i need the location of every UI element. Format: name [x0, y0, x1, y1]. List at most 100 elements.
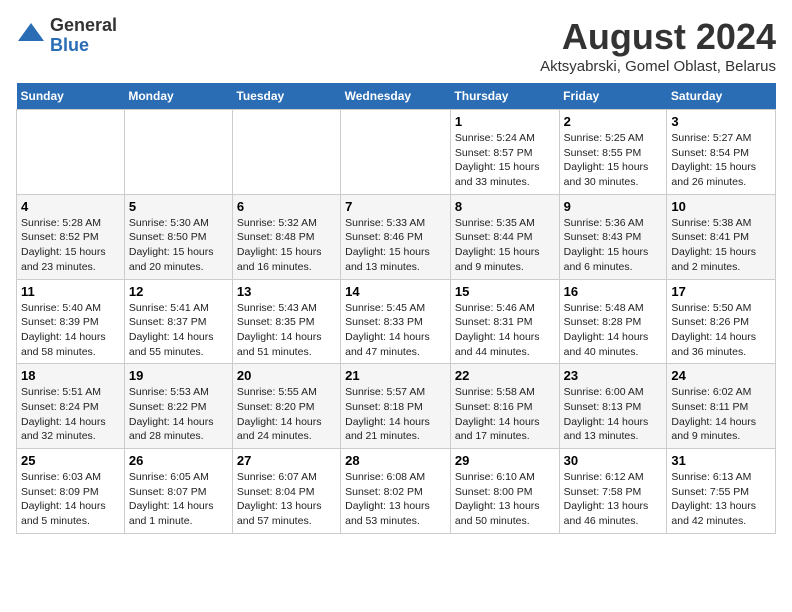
day-number: 23 — [564, 368, 663, 383]
calendar-cell — [17, 110, 125, 195]
weekday-header-row: SundayMondayTuesdayWednesdayThursdayFrid… — [17, 83, 776, 110]
title-block: August 2024 Aktsyabrski, Gomel Oblast, B… — [540, 16, 776, 75]
day-number: 1 — [455, 114, 555, 129]
calendar-cell — [341, 110, 451, 195]
calendar-cell: 21 Sunrise: 5:57 AM Sunset: 8:18 PM Dayli… — [341, 364, 451, 449]
header: General Blue August 2024 Aktsyabrski, Go… — [16, 16, 776, 75]
day-info: Sunrise: 5:43 AM Sunset: 8:35 PM Dayligh… — [237, 301, 336, 360]
day-info: Sunrise: 5:35 AM Sunset: 8:44 PM Dayligh… — [455, 216, 555, 275]
day-number: 20 — [237, 368, 336, 383]
day-info: Sunrise: 6:13 AM Sunset: 7:55 PM Dayligh… — [671, 470, 771, 529]
day-number: 30 — [564, 453, 663, 468]
week-row-4: 18 Sunrise: 5:51 AM Sunset: 8:24 PM Dayli… — [17, 364, 776, 449]
day-info: Sunrise: 5:38 AM Sunset: 8:41 PM Dayligh… — [671, 216, 771, 275]
day-info: Sunrise: 5:51 AM Sunset: 8:24 PM Dayligh… — [21, 385, 120, 444]
day-info: Sunrise: 6:05 AM Sunset: 8:07 PM Dayligh… — [129, 470, 228, 529]
day-info: Sunrise: 6:02 AM Sunset: 8:11 PM Dayligh… — [671, 385, 771, 444]
day-info: Sunrise: 6:12 AM Sunset: 7:58 PM Dayligh… — [564, 470, 663, 529]
weekday-header-friday: Friday — [559, 83, 667, 110]
day-info: Sunrise: 5:45 AM Sunset: 8:33 PM Dayligh… — [345, 301, 446, 360]
calendar-cell: 31 Sunrise: 6:13 AM Sunset: 7:55 PM Dayli… — [667, 449, 776, 534]
weekday-header-wednesday: Wednesday — [341, 83, 451, 110]
day-number: 17 — [671, 284, 771, 299]
day-info: Sunrise: 6:00 AM Sunset: 8:13 PM Dayligh… — [564, 385, 663, 444]
day-number: 21 — [345, 368, 446, 383]
day-number: 6 — [237, 199, 336, 214]
day-info: Sunrise: 5:40 AM Sunset: 8:39 PM Dayligh… — [21, 301, 120, 360]
logo-icon — [16, 21, 46, 51]
calendar-cell: 28 Sunrise: 6:08 AM Sunset: 8:02 PM Dayli… — [341, 449, 451, 534]
day-info: Sunrise: 5:25 AM Sunset: 8:55 PM Dayligh… — [564, 131, 663, 190]
calendar-cell: 3 Sunrise: 5:27 AM Sunset: 8:54 PM Daylig… — [667, 110, 776, 195]
calendar-cell: 18 Sunrise: 5:51 AM Sunset: 8:24 PM Dayli… — [17, 364, 125, 449]
day-info: Sunrise: 5:32 AM Sunset: 8:48 PM Dayligh… — [237, 216, 336, 275]
day-number: 2 — [564, 114, 663, 129]
day-info: Sunrise: 5:27 AM Sunset: 8:54 PM Dayligh… — [671, 131, 771, 190]
day-number: 16 — [564, 284, 663, 299]
calendar-cell: 30 Sunrise: 6:12 AM Sunset: 7:58 PM Dayli… — [559, 449, 667, 534]
day-number: 27 — [237, 453, 336, 468]
week-row-5: 25Sunrise: 6:03 AM Sunset: 8:09 PM Dayli… — [17, 449, 776, 534]
calendar-cell: 19Sunrise: 5:53 AM Sunset: 8:22 PM Dayli… — [124, 364, 232, 449]
calendar-cell: 22 Sunrise: 5:58 AM Sunset: 8:16 PM Dayli… — [450, 364, 559, 449]
weekday-header-thursday: Thursday — [450, 83, 559, 110]
week-row-3: 11 Sunrise: 5:40 AM Sunset: 8:39 PM Dayli… — [17, 279, 776, 364]
day-number: 28 — [345, 453, 446, 468]
calendar-cell: 4Sunrise: 5:28 AM Sunset: 8:52 PM Daylig… — [17, 194, 125, 279]
calendar-cell: 10 Sunrise: 5:38 AM Sunset: 8:41 PM Dayli… — [667, 194, 776, 279]
day-number: 4 — [21, 199, 120, 214]
calendar-cell: 23 Sunrise: 6:00 AM Sunset: 8:13 PM Dayli… — [559, 364, 667, 449]
day-number: 26 — [129, 453, 228, 468]
day-info: Sunrise: 5:36 AM Sunset: 8:43 PM Dayligh… — [564, 216, 663, 275]
day-number: 5 — [129, 199, 228, 214]
calendar-cell: 9 Sunrise: 5:36 AM Sunset: 8:43 PM Daylig… — [559, 194, 667, 279]
calendar-cell: 5 Sunrise: 5:30 AM Sunset: 8:50 PM Daylig… — [124, 194, 232, 279]
day-number: 9 — [564, 199, 663, 214]
calendar-cell: 6 Sunrise: 5:32 AM Sunset: 8:48 PM Daylig… — [232, 194, 340, 279]
day-number: 15 — [455, 284, 555, 299]
calendar-cell: 20Sunrise: 5:55 AM Sunset: 8:20 PM Dayli… — [232, 364, 340, 449]
calendar-cell: 11 Sunrise: 5:40 AM Sunset: 8:39 PM Dayli… — [17, 279, 125, 364]
month-year: August 2024 — [540, 16, 776, 58]
day-info: Sunrise: 5:33 AM Sunset: 8:46 PM Dayligh… — [345, 216, 446, 275]
day-info: Sunrise: 5:41 AM Sunset: 8:37 PM Dayligh… — [129, 301, 228, 360]
week-row-2: 4Sunrise: 5:28 AM Sunset: 8:52 PM Daylig… — [17, 194, 776, 279]
day-number: 11 — [21, 284, 120, 299]
day-info: Sunrise: 6:07 AM Sunset: 8:04 PM Dayligh… — [237, 470, 336, 529]
calendar-cell: 8 Sunrise: 5:35 AM Sunset: 8:44 PM Daylig… — [450, 194, 559, 279]
day-info: Sunrise: 5:24 AM Sunset: 8:57 PM Dayligh… — [455, 131, 555, 190]
calendar-cell: 2 Sunrise: 5:25 AM Sunset: 8:55 PM Daylig… — [559, 110, 667, 195]
day-info: Sunrise: 5:50 AM Sunset: 8:26 PM Dayligh… — [671, 301, 771, 360]
weekday-header-sunday: Sunday — [17, 83, 125, 110]
day-number: 14 — [345, 284, 446, 299]
location: Aktsyabrski, Gomel Oblast, Belarus — [540, 58, 776, 75]
day-number: 22 — [455, 368, 555, 383]
logo-blue-text: Blue — [50, 36, 117, 56]
weekday-header-monday: Monday — [124, 83, 232, 110]
day-info: Sunrise: 5:58 AM Sunset: 8:16 PM Dayligh… — [455, 385, 555, 444]
day-number: 10 — [671, 199, 771, 214]
day-number: 12 — [129, 284, 228, 299]
calendar-cell: 12 Sunrise: 5:41 AM Sunset: 8:37 PM Dayli… — [124, 279, 232, 364]
day-info: Sunrise: 6:08 AM Sunset: 8:02 PM Dayligh… — [345, 470, 446, 529]
day-number: 8 — [455, 199, 555, 214]
weekday-header-tuesday: Tuesday — [232, 83, 340, 110]
calendar-cell: 25Sunrise: 6:03 AM Sunset: 8:09 PM Dayli… — [17, 449, 125, 534]
day-info: Sunrise: 5:46 AM Sunset: 8:31 PM Dayligh… — [455, 301, 555, 360]
day-number: 29 — [455, 453, 555, 468]
day-number: 3 — [671, 114, 771, 129]
day-number: 31 — [671, 453, 771, 468]
day-number: 18 — [21, 368, 120, 383]
calendar-table: SundayMondayTuesdayWednesdayThursdayFrid… — [16, 83, 776, 534]
calendar-cell: 26 Sunrise: 6:05 AM Sunset: 8:07 PM Dayli… — [124, 449, 232, 534]
weekday-header-saturday: Saturday — [667, 83, 776, 110]
calendar-cell: 29Sunrise: 6:10 AM Sunset: 8:00 PM Dayli… — [450, 449, 559, 534]
day-info: Sunrise: 5:30 AM Sunset: 8:50 PM Dayligh… — [129, 216, 228, 275]
logo: General Blue — [16, 16, 117, 56]
day-number: 19 — [129, 368, 228, 383]
calendar-cell — [232, 110, 340, 195]
day-number: 25 — [21, 453, 120, 468]
logo-text: General Blue — [50, 16, 117, 56]
day-info: Sunrise: 5:57 AM Sunset: 8:18 PM Dayligh… — [345, 385, 446, 444]
day-number: 7 — [345, 199, 446, 214]
